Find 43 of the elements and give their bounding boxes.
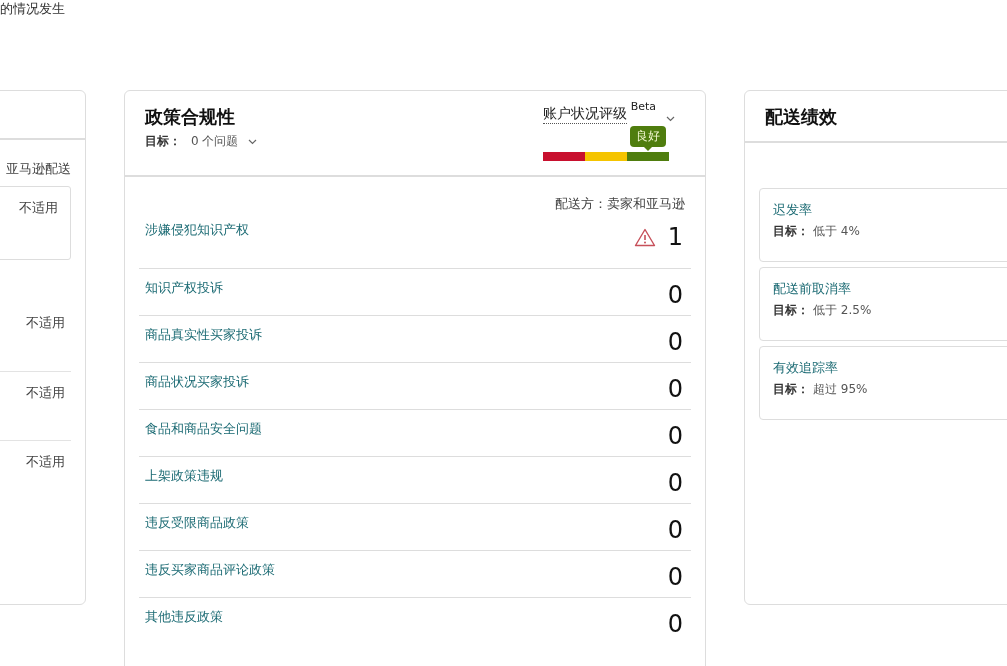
issue-count: 0	[667, 281, 683, 309]
metric-link[interactable]: 配送前取消率	[773, 280, 1007, 298]
policy-link[interactable]: 涉嫌侵犯知识产权	[145, 221, 249, 239]
fulfillment-label: 亚马逊配送	[6, 160, 71, 178]
issue-count: 0	[667, 328, 683, 356]
dropdown-caret-icon[interactable]	[666, 116, 675, 122]
issue-count: 0	[667, 422, 683, 450]
dropdown-caret-icon[interactable]	[248, 138, 258, 145]
policy-link[interactable]: 知识产权投诉	[145, 279, 223, 297]
policy-link[interactable]: 违反受限商品政策	[145, 514, 249, 532]
issue-count: 1	[667, 223, 683, 251]
issue-count: 0	[667, 563, 683, 591]
target-label: 目标：	[773, 223, 809, 240]
metric-link[interactable]: 有效追踪率	[773, 359, 1007, 377]
metric-link[interactable]: 迟发率	[773, 201, 1007, 219]
status-value: 不适用	[19, 199, 58, 217]
policy-link[interactable]: 商品真实性买家投诉	[145, 326, 262, 344]
warning-icon	[633, 227, 656, 247]
policy-link[interactable]: 商品状况买家投诉	[145, 373, 249, 391]
policy-link[interactable]: 食品和商品安全问题	[145, 420, 262, 438]
note-text: 的情况发生	[0, 0, 66, 16]
policy-link[interactable]: 上架政策违规	[145, 467, 223, 485]
status-value: 不适用	[26, 314, 65, 332]
target-value: 超过 95%	[813, 381, 868, 398]
target-value: 0 个问题	[191, 133, 239, 150]
policy-link[interactable]: 其他违反政策	[145, 608, 223, 626]
issue-count: 0	[667, 516, 683, 544]
status-value: 不适用	[26, 384, 65, 402]
issue-count: 0	[667, 375, 683, 403]
target-value: 低于 2.5%	[813, 302, 872, 319]
target-label: 目标：	[773, 302, 809, 319]
card-title: 政策合规性	[145, 105, 236, 129]
target-value: 低于 4%	[813, 223, 860, 240]
target-label: 目标：	[145, 133, 181, 150]
status-value: 不适用	[26, 453, 65, 471]
issue-count: 0	[667, 469, 683, 497]
policy-link[interactable]: 违反买家商品评论政策	[145, 561, 275, 579]
target-label: 目标：	[773, 381, 809, 398]
beta-label: Beta	[630, 100, 656, 113]
issue-count: 0	[667, 610, 683, 638]
fulfilled-by-text: 配送方：卖家和亚马逊	[554, 195, 686, 213]
rating-label[interactable]: 账户状况评级	[542, 105, 627, 124]
card-title: 配送绩效	[765, 105, 837, 129]
